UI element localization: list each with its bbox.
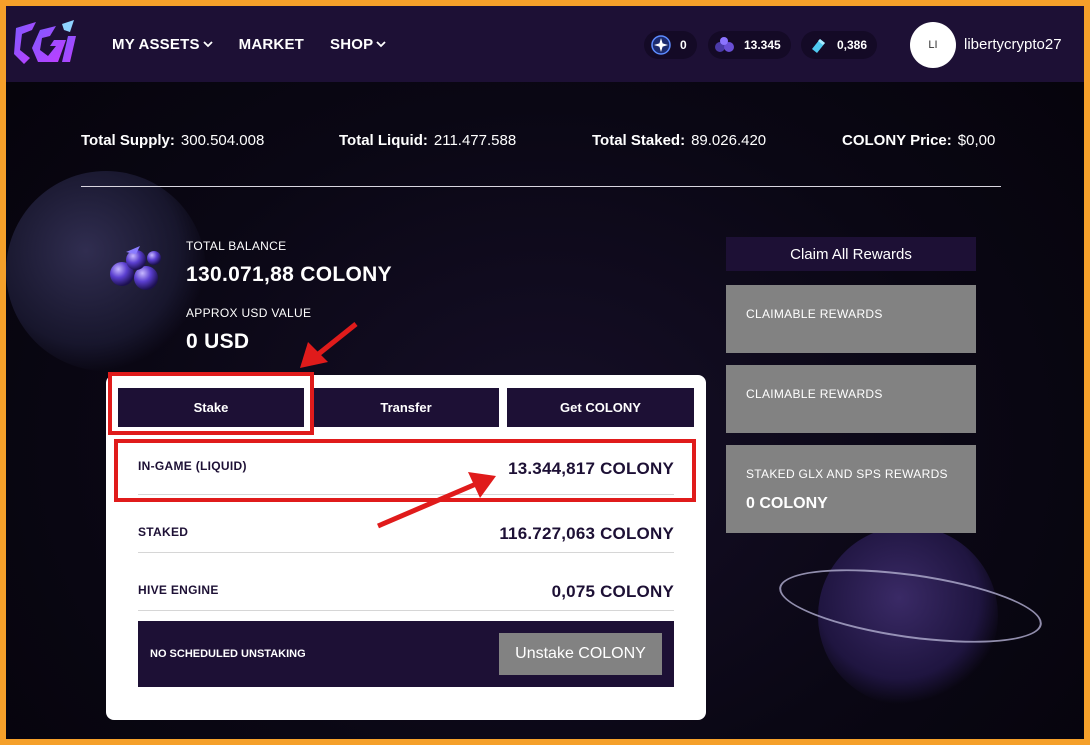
avatar-initials: LI — [928, 39, 938, 51]
chevron-down-icon — [376, 41, 386, 48]
total-liquid-value: 211.477.588 — [433, 132, 517, 149]
nav-shop-label: SHOP — [330, 35, 374, 53]
claimable-rewards-label: CLAIMABLE REWARDS — [746, 387, 883, 401]
total-supply-value: 300.504.008 — [180, 132, 265, 149]
chevron-down-icon — [203, 41, 213, 48]
nav-shop[interactable]: SHOP — [330, 36, 386, 53]
claimable-rewards-label: CLAIMABLE REWARDS — [746, 307, 883, 321]
tab-transfer[interactable]: Transfer — [313, 388, 499, 427]
colony-token-icon — [714, 34, 736, 56]
app-logo-icon[interactable] — [10, 16, 78, 72]
highlight-box-stake-tab — [108, 372, 314, 435]
claim-all-rewards-button[interactable]: Claim All Rewards — [726, 237, 976, 271]
nav-my-assets-label: MY ASSETS — [112, 35, 200, 53]
claimable-rewards-card: CLAIMABLE REWARDS — [726, 285, 976, 353]
total-supply-label: Total Supply: — [81, 132, 175, 149]
header-stat-star[interactable]: 0 — [644, 31, 697, 59]
usd-value: 0 USD — [186, 330, 250, 353]
total-liquid: Total Liquid: 211.477.588 — [339, 132, 516, 149]
holding-label: STAKED — [138, 525, 189, 539]
header-stat-crystal-value: 0,386 — [837, 38, 868, 52]
supply-stats-row: Total Supply: 300.504.008 Total Liquid: 21… — [81, 132, 1001, 152]
total-staked-label: Total Staked: — [592, 132, 686, 149]
nav-market-label: MARKET — [238, 35, 305, 53]
colony-token-icon — [106, 242, 168, 294]
main-nav: MY ASSETS MARKET SHOP — [112, 6, 386, 82]
app-window: MY ASSETS MARKET SHOP 0 13.345 0,386 LI … — [6, 6, 1084, 739]
claimable-rewards-card: CLAIMABLE REWARDS — [726, 365, 976, 433]
colony-price: COLONY Price: $0,00 — [842, 132, 995, 149]
star-badge-icon — [650, 34, 672, 56]
holding-value: 116.727,063 COLONY — [499, 524, 674, 543]
colony-price-label: COLONY Price: — [842, 132, 952, 149]
header-stat-star-value: 0 — [680, 38, 687, 52]
highlight-box-liquid-row — [114, 439, 696, 502]
total-staked: Total Staked: 89.026.420 — [592, 132, 766, 149]
total-balance-label: TOTAL BALANCE — [186, 239, 287, 253]
tab-get-colony[interactable]: Get COLONY — [507, 388, 694, 427]
arrow-to-stake-tab — [300, 322, 358, 368]
holding-row-hive-engine: HIVE ENGINE 0,075 COLONY — [138, 553, 674, 611]
staked-rewards-label: STAKED GLX AND SPS REWARDS — [746, 467, 948, 481]
top-header: MY ASSETS MARKET SHOP 0 13.345 0,386 LI … — [6, 6, 1084, 82]
usd-value-label: APPROX USD VALUE — [186, 306, 312, 320]
holding-label: HIVE ENGINE — [138, 583, 219, 597]
header-stat-colony-value: 13.345 — [744, 38, 781, 52]
total-liquid-label: Total Liquid: — [339, 132, 428, 149]
total-balance-value: 130.071,88 COLONY — [186, 263, 392, 286]
total-staked-value: 89.026.420 — [691, 132, 767, 149]
username-label[interactable]: libertycrypto27 — [964, 36, 1062, 53]
holding-value: 0,075 COLONY — [551, 582, 674, 601]
staked-rewards-card: STAKED GLX AND SPS REWARDS 0 COLONY — [726, 445, 976, 533]
crystal-icon — [807, 34, 829, 56]
header-stat-crystal[interactable]: 0,386 — [801, 31, 878, 59]
header-stat-colony[interactable]: 13.345 — [708, 31, 791, 59]
unstake-button[interactable]: Unstake COLONY — [499, 633, 662, 675]
nav-market[interactable]: MARKET — [239, 36, 304, 53]
unstaking-status: NO SCHEDULED UNSTAKING — [150, 648, 306, 660]
total-supply: Total Supply: 300.504.008 — [81, 132, 264, 149]
staked-rewards-value: 0 COLONY — [746, 495, 828, 512]
unstaking-bar: NO SCHEDULED UNSTAKING Unstake COLONY — [138, 621, 674, 687]
nav-my-assets[interactable]: MY ASSETS — [112, 36, 213, 53]
holding-row-staked: STAKED 116.727,063 COLONY — [138, 495, 674, 553]
avatar[interactable]: LI — [910, 22, 956, 68]
section-divider — [81, 186, 1001, 187]
colony-price-value: $0,00 — [957, 132, 996, 149]
